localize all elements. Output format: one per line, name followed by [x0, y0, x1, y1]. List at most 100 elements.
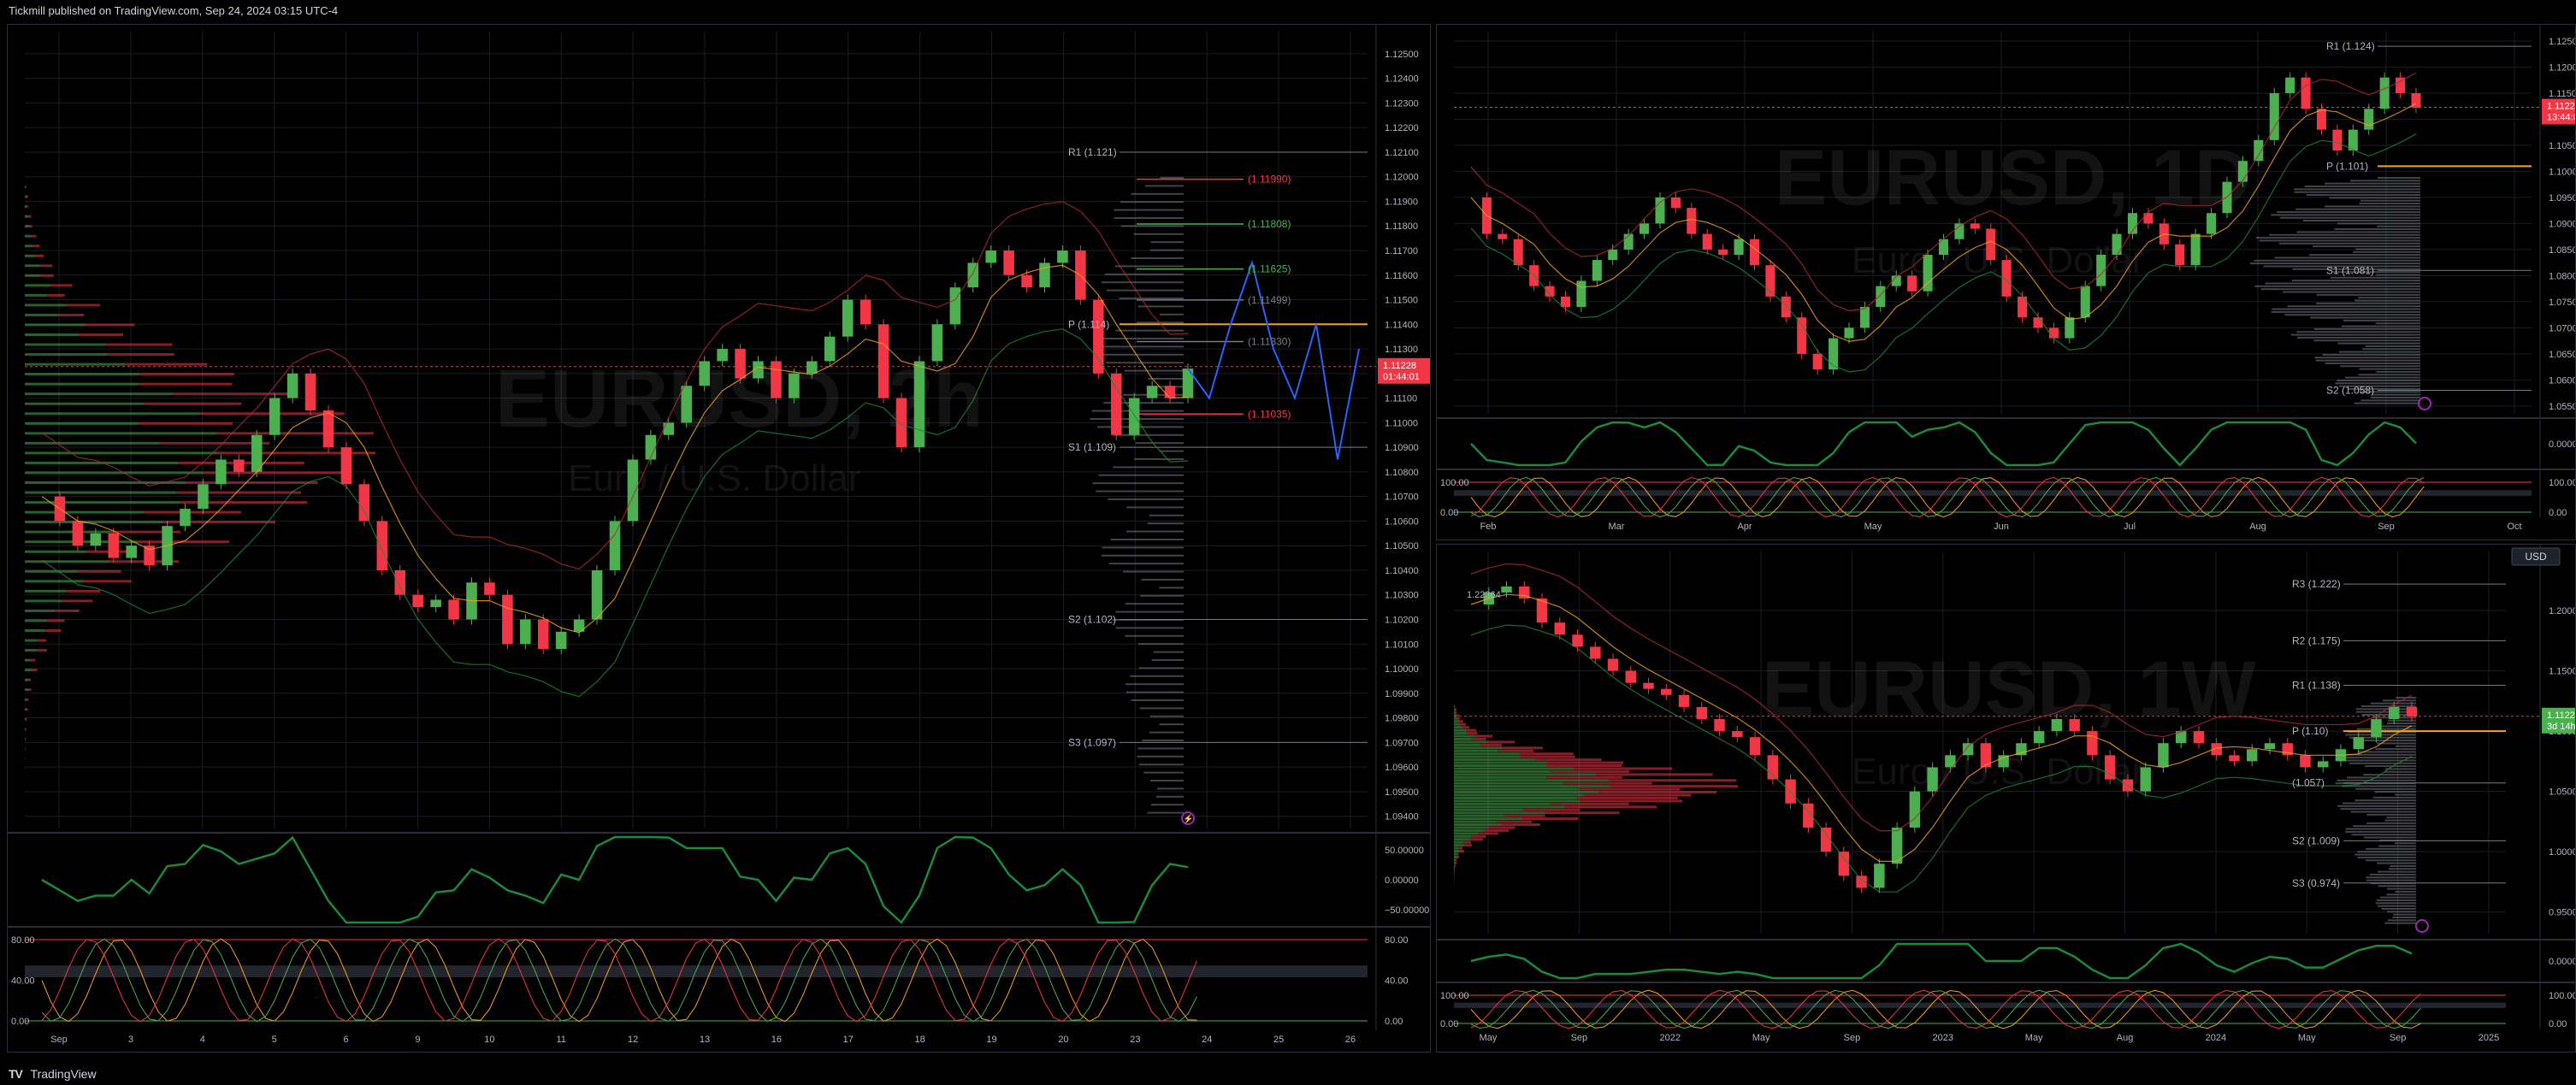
- volume-profile-bar: [1113, 433, 1184, 436]
- volume-profile-bar-up: [1454, 775, 1547, 779]
- bollinger-band-line: [41, 264, 1189, 634]
- volume-profile-bar-down: [105, 343, 173, 346]
- projection-path: [1187, 259, 1360, 460]
- volume-profile-bar-up: [25, 274, 41, 277]
- volume-profile-bar-down: [55, 609, 80, 612]
- chart-panel-2h[interactable]: EURUSD, 2h Euro / U.S. Dollar 1.12500 1.1…: [7, 24, 1436, 1053]
- alert-icon[interactable]: [2415, 919, 2429, 933]
- volume-profile-bar-up: [25, 521, 163, 524]
- price-axis-tick: 1.11400: [1385, 320, 1418, 330]
- candle-body: [913, 361, 925, 448]
- volume-profile-bar: [2372, 796, 2416, 799]
- volume-profile-bar-down: [1478, 832, 1498, 835]
- volume-profile-bar-up: [1454, 773, 1597, 776]
- oscillator-line: [1470, 421, 2417, 467]
- volume-profile-bar: [2340, 365, 2420, 368]
- volume-profile-bar-down: [1550, 770, 1630, 773]
- volume-profile-bar-down: [32, 245, 40, 248]
- volume-profile-bar: [2384, 770, 2416, 773]
- stochastic-axis-tick-left: 0.00: [11, 1017, 29, 1027]
- stochastic-axis-tick: 0.00: [1385, 1017, 1403, 1027]
- volume-profile-bar: [2345, 830, 2416, 833]
- alert-icon[interactable]: [2418, 397, 2431, 410]
- time-axis-tick: May: [1864, 522, 1882, 532]
- volume-profile-bar-down: [1455, 864, 1456, 868]
- volume-profile-bar-up: [25, 234, 32, 238]
- candle-body: [2190, 233, 2201, 266]
- volume-profile-bar: [1126, 506, 1184, 509]
- volume-profile-bar-up: [25, 658, 31, 662]
- time-axis-tick: 13: [700, 1035, 710, 1045]
- volume-profile-bar: [2313, 339, 2420, 342]
- volume-profile-bar: [2395, 793, 2416, 796]
- volume-profile-bar-up: [1454, 855, 1457, 858]
- volume-profile-bar: [1140, 594, 1184, 597]
- volume-profile-bar: [1120, 201, 1184, 203]
- volume-profile-bar: [1108, 498, 1184, 500]
- volume-profile-bar-up: [1454, 770, 1551, 773]
- volume-profile-bar-down: [85, 323, 135, 327]
- volume-profile-bar: [1101, 281, 1184, 284]
- candle-body: [2087, 731, 2098, 756]
- tradingview-footer: TV TradingView: [0, 1063, 2576, 1085]
- candle-body: [430, 599, 441, 608]
- volume-profile-bar: [1130, 675, 1184, 677]
- volume-profile-bar: [1139, 707, 1184, 710]
- volume-profile-bar: [1104, 273, 1184, 275]
- volume-profile-bar: [2354, 299, 2420, 302]
- candle-body: [1607, 658, 1619, 671]
- volume-profile-bar: [2395, 745, 2416, 747]
- volume-profile-bar: [2395, 842, 2416, 845]
- volume-profile-bar-down: [1471, 834, 1486, 838]
- chart-svg-1w[interactable]: EURUSD, 1W Euro / U.S. Dollar 1.20000 1.1…: [1437, 545, 2576, 1052]
- pivot-level-label: S2 (1.102): [1068, 613, 1116, 625]
- volume-profile-bar-up: [25, 373, 140, 376]
- volume-profile-bar-up: [1454, 758, 1535, 762]
- candle-body: [2229, 755, 2240, 762]
- volume-profile-bar-up: [25, 708, 27, 711]
- stochastic-axis-tick-left: 100.00: [1440, 991, 1469, 1001]
- volume-profile-bar: [2358, 374, 2420, 376]
- volume-profile-bar: [2265, 282, 2420, 285]
- candle-body: [699, 361, 710, 386]
- volume-profile-bar-up: [25, 619, 47, 622]
- volume-profile-bar-up: [25, 382, 139, 386]
- side-level-label: 1.22364: [1467, 590, 1501, 600]
- volume-profile-bar-down: [1480, 743, 1503, 746]
- volume-profile-bar-down: [28, 225, 32, 228]
- volume-profile-bar-up: [1454, 755, 1521, 758]
- price-axis-tick: 1.11900: [1385, 197, 1418, 207]
- fib-level-label: (1.11625): [1248, 263, 1291, 275]
- volume-profile-bar: [1113, 466, 1184, 469]
- time-axis-tick: 25: [1273, 1035, 1284, 1045]
- volume-profile-bar-up: [25, 215, 29, 218]
- current-price-value: 1.11228: [2547, 102, 2575, 112]
- time-axis-tick: May: [1752, 1033, 1770, 1043]
- volume-profile-bar: [2341, 785, 2416, 787]
- volume-profile-bar: [1106, 289, 1184, 292]
- candle-body: [1749, 239, 1760, 266]
- price-axis-tick: 1.05000: [2549, 787, 2575, 798]
- chart-svg-2h[interactable]: EURUSD, 2h Euro / U.S. Dollar 1.125001.1…: [8, 25, 1436, 1052]
- volume-profile-bar-down: [1487, 826, 1515, 829]
- chart-panel-1d[interactable]: EURUSD, 1D Euro / U.S. Dollar 1.125001.1…: [1436, 24, 2576, 540]
- volume-profile-bar: [2302, 220, 2420, 222]
- volume-profile-bar-up: [1454, 737, 1472, 740]
- chart-svg-1d[interactable]: EURUSD, 1D Euro / U.S. Dollar 1.125001.1…: [1437, 25, 2576, 540]
- volume-profile-bar: [1123, 570, 1184, 573]
- candle-body: [627, 459, 639, 522]
- chart-panel-1w[interactable]: EURUSD, 1W Euro / U.S. Dollar 1.20000 1.1…: [1436, 544, 2576, 1053]
- volume-profile-bar-up: [1454, 867, 1455, 870]
- volume-profile-bar: [2351, 834, 2416, 836]
- volume-profile-bar: [2284, 314, 2420, 316]
- volume-profile-bar-up: [1454, 852, 1457, 856]
- volume-profile-bar: [2358, 297, 2420, 299]
- volume-profile-bar: [1160, 177, 1184, 179]
- volume-profile-bar-down: [1598, 791, 1717, 794]
- volume-profile-bar-down: [217, 451, 375, 455]
- stochastic-axis-tick-left: 0.00: [1440, 508, 1458, 518]
- volume-profile-bar: [1137, 643, 1184, 646]
- candle-body: [967, 262, 979, 288]
- volume-profile-bar: [1110, 539, 1184, 540]
- volume-profile-bar-up: [1454, 720, 1459, 723]
